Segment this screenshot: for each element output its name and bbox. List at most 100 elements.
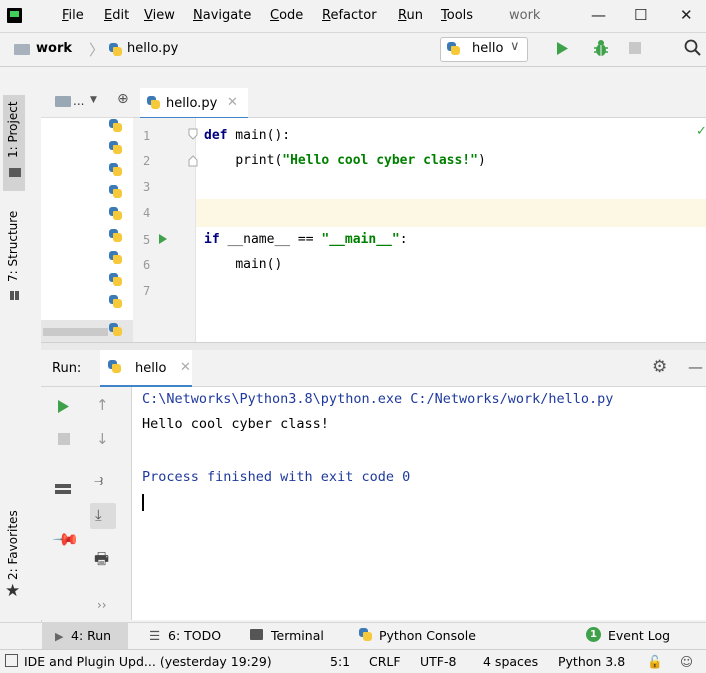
structure-icon [10, 291, 19, 300]
line-separator[interactable]: CRLF [369, 654, 401, 669]
bottom-tool-bar [41, 622, 706, 650]
fold-open-icon[interactable] [188, 128, 198, 140]
play-small-icon: ▶ [55, 630, 64, 643]
run-gutter-icon[interactable] [158, 233, 168, 245]
down-arrow-icon[interactable]: ↓ [96, 430, 109, 448]
run-toolbar-primary [41, 387, 85, 620]
python-file-icon [108, 322, 123, 337]
breadcrumb-file[interactable]: hello.py [127, 41, 178, 56]
fold-close-icon[interactable] [188, 155, 198, 167]
console-line-command: C:\Networks\Python3.8\python.exe C:/Netw… [142, 391, 614, 407]
line-number: 7 [143, 284, 151, 298]
python-file-icon [108, 118, 123, 133]
event-log-tab[interactable]: Event Log [608, 628, 670, 643]
toggle-tool-windows-icon[interactable] [5, 654, 18, 667]
menu-view[interactable]: View [144, 8, 175, 23]
project-view-icon [55, 96, 71, 107]
rerun-button[interactable] [57, 399, 70, 414]
menu-edit[interactable]: Edit [104, 8, 129, 23]
layout-icon[interactable] [55, 484, 71, 488]
todo-tool-tab[interactable]: 6: TODO [168, 628, 221, 643]
code-line-6: main() [204, 257, 282, 272]
python-file-icon [108, 294, 123, 309]
more-chevron-icon[interactable]: ›› [97, 598, 107, 612]
line-number: 2 [143, 154, 151, 168]
print-icon[interactable]: 🖶 [94, 548, 109, 575]
favorites-tool-label[interactable]: 2: Favorites [6, 510, 20, 580]
run-config-label: hello [472, 41, 504, 56]
search-icon[interactable] [684, 39, 702, 57]
file-encoding[interactable]: UTF-8 [420, 654, 456, 669]
terminal-icon [250, 629, 263, 640]
indent-setting[interactable]: 4 spaces [483, 654, 538, 669]
inspection-ok-icon: ✓ [696, 124, 706, 139]
breadcrumb-separator-icon: 〉 [89, 41, 105, 59]
window-title: work [509, 8, 541, 23]
menu-code[interactable]: Code [270, 8, 303, 23]
horizontal-scrollbar[interactable] [43, 328, 108, 336]
lock-icon[interactable]: 🔓 [647, 654, 663, 670]
code-text: main() [235, 257, 283, 272]
bottom-stripe-corner [0, 622, 41, 650]
run-tool-label: 4: Run [71, 628, 112, 643]
star-icon: ★ [5, 581, 21, 601]
console-line-output: Hello cool cyber class! [142, 416, 329, 432]
close-tab-icon[interactable]: ✕ [180, 360, 191, 375]
up-arrow-icon[interactable]: ↑ [96, 396, 109, 414]
console-caret [142, 494, 144, 511]
python-config-icon [446, 41, 461, 56]
terminal-tool-tab[interactable]: Terminal [271, 628, 324, 643]
stop-button[interactable] [629, 42, 641, 54]
python-file-icon [108, 184, 123, 199]
soft-wrap-icon[interactable]: ⥽ [94, 470, 103, 490]
string-literal: "__main__" [321, 232, 400, 247]
menu-bar: File Edit View Navigate Code Refactor Ru… [0, 0, 706, 32]
menu-navigate[interactable]: Navigate [193, 8, 251, 23]
run-button[interactable] [556, 41, 569, 56]
close-button[interactable]: ✕ [680, 6, 693, 24]
menu-tools[interactable]: Tools [441, 8, 473, 23]
breadcrumb-project[interactable]: work [36, 41, 72, 56]
stop-button[interactable] [58, 433, 70, 445]
maximize-button[interactable]: ☐ [634, 6, 647, 24]
code-text: : [399, 232, 408, 247]
pycharm-logo-icon [7, 8, 22, 23]
python-file-icon [108, 272, 123, 287]
minimize-button[interactable]: — [591, 6, 606, 24]
project-view-dropdown[interactable]: ... [73, 94, 84, 108]
code-text: __name__ == [219, 232, 322, 247]
code-line-2: print("Hello cool cyber class!") [204, 153, 486, 168]
python-file-icon [108, 162, 123, 177]
status-message[interactable]: IDE and Plugin Upd... (yesterday 19:29) [24, 654, 272, 669]
python-console-tab[interactable]: Python Console [379, 628, 476, 643]
structure-tool-label[interactable]: 7: Structure [6, 211, 20, 282]
close-tab-icon[interactable]: ✕ [227, 95, 238, 110]
folder-icon [14, 44, 30, 55]
code-text: main(): [227, 128, 291, 143]
project-folder-icon [9, 168, 21, 177]
line-number: 4 [143, 206, 151, 220]
hide-panel-icon[interactable]: — [688, 358, 703, 376]
menu-run[interactable]: Run [398, 8, 423, 23]
code-editor[interactable] [196, 118, 706, 342]
caret-position[interactable]: 5:1 [330, 654, 350, 669]
code-text: ) [477, 153, 486, 168]
scroll-to-end-toggle[interactable] [90, 503, 116, 529]
project-tool-label[interactable]: 1: Project [6, 101, 20, 158]
python-interpreter[interactable]: Python 3.8 [558, 654, 625, 669]
event-count-badge: 1 [586, 627, 601, 642]
string-literal: "Hello cool cyber class!" [282, 153, 478, 168]
editor-gutter [133, 118, 196, 342]
python-file-icon [108, 228, 123, 243]
inspector-icon[interactable]: ☺ [680, 654, 693, 669]
keyword: if [204, 232, 220, 247]
target-icon[interactable]: ⊕ [117, 91, 129, 107]
code-line-5: if __name__ == "__main__": [204, 232, 408, 247]
debug-bug-icon[interactable] [593, 39, 609, 57]
menu-file[interactable]: File [62, 8, 84, 23]
menu-refactor[interactable]: Refactor [322, 8, 377, 23]
gear-icon[interactable]: ⚙ [652, 357, 667, 377]
python-console-icon [358, 627, 373, 642]
